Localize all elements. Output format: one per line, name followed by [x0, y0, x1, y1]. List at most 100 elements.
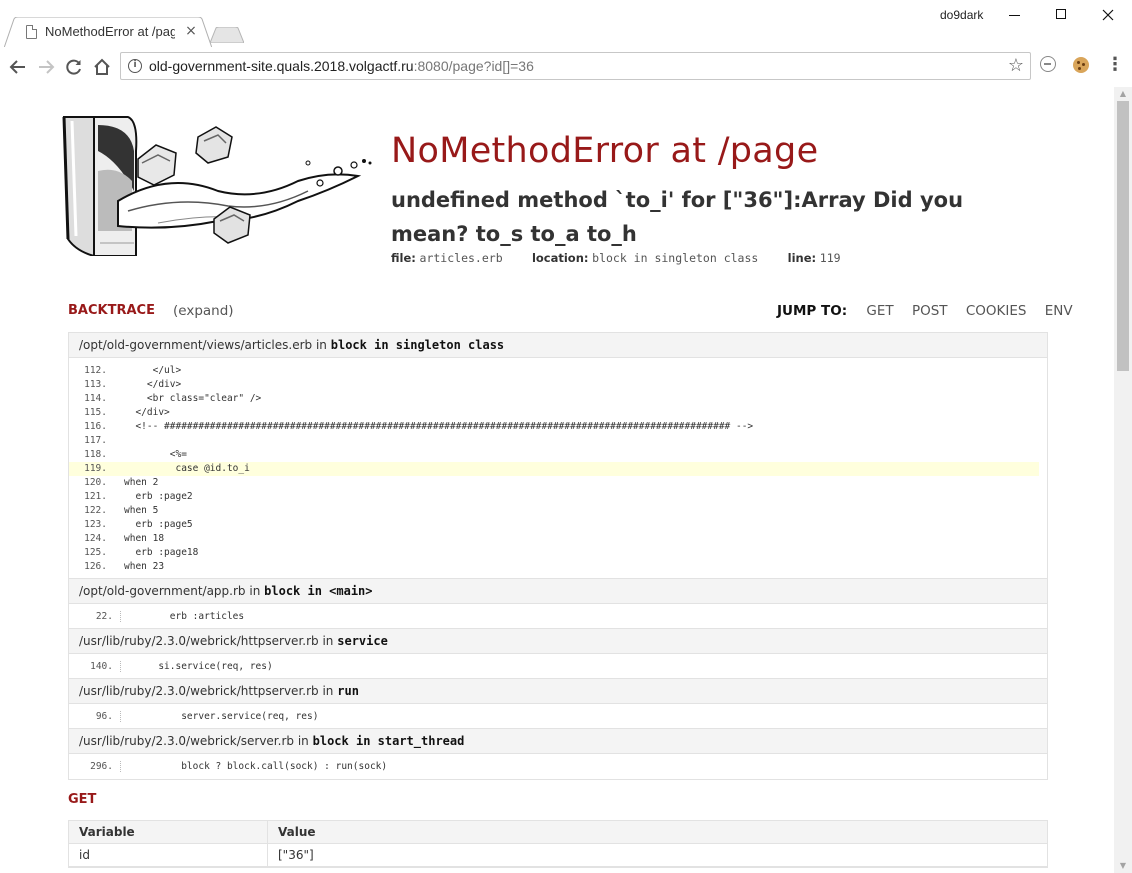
code-line: 123. erb :page5 [84, 519, 193, 530]
info-icon[interactable]: i [128, 59, 142, 73]
code-line: 121. erb :page2 [84, 491, 193, 502]
new-tab-button[interactable] [210, 27, 244, 43]
frame-file: /opt/old-government/app.rb [79, 584, 246, 598]
frame-method: block in start_thread [312, 734, 465, 748]
scroll-thumb[interactable] [1117, 101, 1129, 371]
home-icon [94, 58, 110, 75]
code-line: 122. when 5 [84, 505, 159, 516]
frame-code-line: 22. erb :articles [69, 604, 1047, 629]
frame-header[interactable]: /usr/lib/ruby/2.3.0/webrick/server.rb in… [69, 729, 1047, 754]
frame-file: /opt/old-government/views/articles.erb [79, 338, 313, 352]
frame-in: in [322, 684, 334, 698]
frame-method: service [337, 634, 388, 648]
minimize-icon [1009, 15, 1020, 16]
code-line: 124. when 18 [84, 533, 165, 544]
backtrace-heading: BACKTRACE [68, 303, 155, 318]
file-label: file: [391, 251, 416, 265]
page-icon [26, 25, 37, 39]
highlighted-code-line: 119. case @id.to_i [69, 462, 1039, 476]
frame-file: /usr/lib/ruby/2.3.0/webrick/httpserver.r… [79, 634, 319, 648]
error-title: NoMethodError at /page [391, 131, 819, 171]
page-viewport: NoMethodError at /page undefined method … [8, 87, 1114, 873]
code-line: 125. erb :page18 [84, 547, 199, 558]
location-value: block in singleton class [592, 251, 759, 265]
frame-file: /usr/lib/ruby/2.3.0/webrick/httpserver.r… [79, 684, 319, 698]
frame-method: block in <main> [264, 584, 373, 598]
frame-in: in [249, 584, 261, 598]
forward-arrow-icon [39, 60, 55, 74]
error-message: undefined method `to_i' for ["36"]:Array… [391, 188, 964, 246]
forward-button[interactable] [34, 55, 58, 79]
backtrace-frames: /opt/old-government/views/articles.erb i… [68, 332, 1048, 780]
maximize-icon [1056, 9, 1066, 19]
url-port-path: :8080/page?id[]=36 [413, 58, 534, 74]
code-line: 116. <!-- ##############################… [84, 421, 754, 432]
back-arrow-icon [9, 60, 25, 74]
window-close-button[interactable] [1085, 0, 1131, 30]
frame-in: in [297, 734, 309, 748]
url-text[interactable]: old-government-site.quals.2018.volgactf.… [149, 58, 534, 74]
frame-method: run [337, 684, 359, 698]
table-row: id ["36"] [69, 844, 1047, 867]
home-button[interactable] [90, 55, 114, 79]
frame-header[interactable]: /opt/old-government/app.rb in block in <… [69, 579, 1047, 604]
profile-name[interactable]: do9dark [940, 8, 983, 22]
code-line: 120. when 2 [84, 477, 159, 488]
jump-link-post[interactable]: POST [912, 303, 948, 319]
line-label: line: [787, 251, 817, 265]
scroll-down-arrow-icon[interactable]: ▼ [1114, 859, 1132, 873]
file-value: articles.erb [419, 251, 503, 265]
tab-title[interactable]: NoMethodError at /page [45, 24, 175, 42]
code-line: 117. [84, 435, 107, 446]
get-heading: GET [68, 792, 97, 807]
frame-in: in [315, 338, 327, 352]
frame-header[interactable]: /usr/lib/ruby/2.3.0/webrick/httpserver.r… [69, 629, 1047, 654]
frame-file: /usr/lib/ruby/2.3.0/webrick/server.rb [79, 734, 295, 748]
frame-code-context: 112. </ul> 113. </div> 114. <br class="c… [69, 358, 1047, 579]
frame-method: block in singleton class [330, 338, 505, 352]
variable-cell: id [79, 848, 90, 862]
code-line: 115. </div> [84, 407, 170, 418]
close-tab-icon[interactable]: × [183, 23, 199, 39]
back-button[interactable] [6, 55, 30, 79]
code-line: 118. <%= [84, 449, 187, 460]
line-value: 119 [819, 251, 841, 265]
code-line: 113. </div> [84, 379, 182, 390]
url-host: old-government-site.quals.2018.volgactf.… [149, 58, 414, 74]
backtrace-expand-link[interactable]: (expand) [173, 303, 234, 319]
browser-chrome: NoMethodError at /page × do9dark i old-g… [0, 0, 1132, 86]
jump-link-cookies[interactable]: COOKIES [966, 303, 1027, 319]
code-line: 126. when 23 [84, 561, 165, 572]
vertical-scrollbar[interactable]: ▲ ▼ [1114, 87, 1132, 873]
address-bar[interactable]: i old-government-site.quals.2018.volgact… [120, 52, 1031, 80]
jump-link-env[interactable]: ENV [1045, 303, 1073, 319]
jump-to-label: JUMP TO: [777, 303, 848, 319]
scroll-up-arrow-icon[interactable]: ▲ [1114, 87, 1132, 101]
maximize-button[interactable] [1039, 0, 1085, 30]
reload-button[interactable] [62, 55, 86, 79]
minimize-button[interactable] [993, 0, 1039, 30]
column-header-value: Value [278, 825, 316, 839]
frame-header[interactable]: /usr/lib/ruby/2.3.0/webrick/httpserver.r… [69, 679, 1047, 704]
jump-link-get[interactable]: GET [866, 303, 893, 319]
jump-to-nav: JUMP TO: GET POST COOKIES ENV [777, 303, 1078, 319]
menu-dots-icon[interactable]: ⋮ [1106, 54, 1124, 76]
frame-header[interactable]: /opt/old-government/views/articles.erb i… [69, 333, 1047, 358]
cookie-extension-icon[interactable] [1073, 57, 1089, 73]
frame-code-line: 140. si.service(req, res) [69, 654, 1047, 679]
table-header-row: Variable Value [69, 821, 1047, 844]
column-header-variable: Variable [79, 825, 135, 839]
sinatra-logo [62, 116, 372, 256]
extension-block-icon[interactable] [1040, 56, 1056, 72]
tab-strip: NoMethodError at /page × do9dark [0, 0, 1132, 48]
code-line: 114. <br class="clear" /> [84, 393, 262, 404]
close-icon [1102, 9, 1114, 21]
reload-icon [66, 59, 81, 75]
get-params-table: Variable Value id ["36"] [68, 820, 1048, 868]
location-label: location: [531, 251, 589, 265]
frame-code-line: 296. block ? block.call(sock) : run(sock… [69, 754, 1047, 779]
bookmark-star-icon[interactable]: ☆ [1008, 56, 1024, 76]
frame-in: in [322, 634, 334, 648]
code-line: 112. </ul> [84, 365, 182, 376]
value-cell: ["36"] [278, 848, 314, 862]
